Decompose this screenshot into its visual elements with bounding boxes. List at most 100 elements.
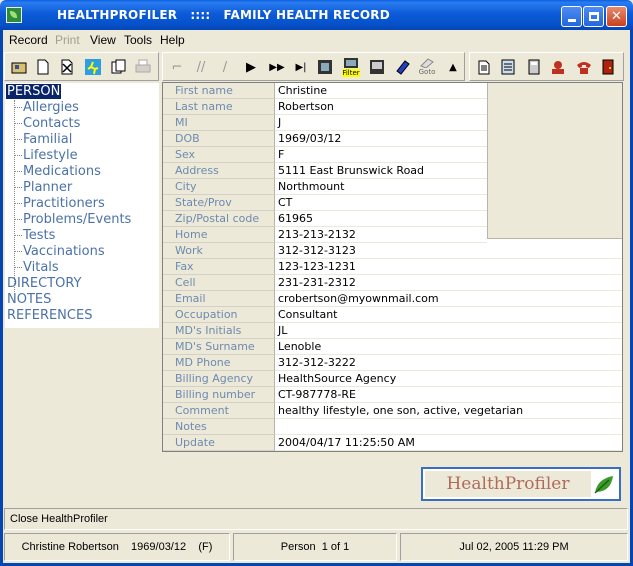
- calculator-button[interactable]: [524, 57, 544, 77]
- field-value[interactable]: J: [275, 115, 487, 131]
- tree-node-problems-events[interactable]: Problems/Events: [23, 212, 131, 227]
- notes-button[interactable]: [498, 57, 518, 77]
- tree-node-familial[interactable]: Familial: [23, 132, 72, 147]
- toolbar: ⌐ // / ▶ ▶▶ ▶| Filter Goto ▲: [0, 52, 633, 82]
- status-message: Close HealthProfiler: [4, 508, 628, 530]
- field-value[interactable]: F: [275, 147, 487, 163]
- screen-button[interactable]: [367, 57, 387, 77]
- field-value[interactable]: Christine: [275, 83, 487, 99]
- field-value[interactable]: JL: [275, 323, 622, 339]
- field-value[interactable]: 1969/03/12: [275, 131, 487, 147]
- close-window-button[interactable]: ✕: [606, 6, 627, 27]
- field-value[interactable]: 231-231-2312: [275, 275, 622, 291]
- view-record-button[interactable]: [315, 57, 335, 77]
- tree-node-tests[interactable]: Tests: [23, 228, 55, 243]
- tree-node-notes[interactable]: NOTES: [7, 292, 51, 307]
- field-label: Update: [163, 435, 275, 451]
- field-value[interactable]: 5111 East Brunswick Road: [275, 163, 487, 179]
- maximize-icon: [588, 12, 599, 21]
- delete-record-button[interactable]: [57, 57, 77, 77]
- field-value[interactable]: 61965: [275, 211, 487, 227]
- field-value[interactable]: HealthSource Agency: [275, 371, 622, 387]
- fast-forward-button[interactable]: ▶▶: [267, 57, 287, 77]
- tree-branch: [15, 267, 22, 268]
- menu-help[interactable]: Help: [160, 33, 185, 47]
- print-button[interactable]: [133, 57, 153, 77]
- last-record-button[interactable]: ▶|: [291, 57, 311, 77]
- filter-button[interactable]: Filter: [341, 57, 361, 77]
- prev-page-button[interactable]: //: [191, 57, 211, 77]
- field-value[interactable]: 213-213-2132: [275, 227, 487, 243]
- field-label: Email: [163, 291, 275, 307]
- tree-node-planner[interactable]: Planner: [23, 180, 72, 195]
- prev-button[interactable]: /: [215, 57, 235, 77]
- field-value[interactable]: Robertson: [275, 99, 487, 115]
- record-row: State/Prov CT: [163, 195, 622, 211]
- record-row: Billing number CT-987778-RE: [163, 387, 622, 403]
- field-value[interactable]: crobertson@myownmail.com: [275, 291, 622, 307]
- field-value[interactable]: Northmount: [275, 179, 487, 195]
- field-value[interactable]: Lenoble: [275, 339, 622, 355]
- copy-record-button[interactable]: [109, 57, 129, 77]
- tree-node-lifestyle[interactable]: Lifestyle: [23, 148, 78, 163]
- record-row: Occupation Consultant: [163, 307, 622, 323]
- menu-tools[interactable]: Tools: [124, 33, 152, 47]
- field-value[interactable]: 312-312-3222: [275, 355, 622, 371]
- field-label: MD Phone: [163, 355, 275, 371]
- tree-branch: [15, 235, 22, 236]
- first-field-button[interactable]: ⌐: [167, 57, 187, 77]
- record-row: MD's Surname Lenoble: [163, 339, 622, 355]
- goto-label: Goto: [418, 68, 436, 76]
- report-button[interactable]: [474, 57, 494, 77]
- tree-node-references[interactable]: REFERENCES: [7, 308, 92, 323]
- app-leaf-icon[interactable]: [6, 7, 22, 23]
- record-row: Fax 123-123-1231: [163, 259, 622, 275]
- tree-connector-line: [14, 100, 15, 292]
- goto-button[interactable]: Goto: [417, 57, 437, 77]
- field-label: MI: [163, 115, 275, 131]
- record-grid: First name Christine Last name Robertson MI J…: [162, 82, 623, 452]
- record-row: Zip/Postal code 61965: [163, 211, 622, 227]
- tree-node-practitioners[interactable]: Practitioners: [23, 196, 105, 211]
- printer-icon: [135, 59, 151, 73]
- tree-node-contacts[interactable]: Contacts: [23, 116, 80, 131]
- menu-record[interactable]: Record: [9, 33, 48, 47]
- exit-button[interactable]: [598, 57, 618, 77]
- maximize-button[interactable]: [583, 6, 604, 27]
- bookmark-button[interactable]: [393, 57, 413, 77]
- field-label: MD's Surname: [163, 339, 275, 355]
- field-value[interactable]: [275, 419, 622, 435]
- status-datetime: Jul 02, 2005 11:29 PM: [400, 533, 628, 561]
- tree-node-allergies[interactable]: Allergies: [23, 100, 79, 115]
- tree-node-directory[interactable]: DIRECTORY: [7, 276, 81, 291]
- field-value[interactable]: 2004/04/17 11:25:50 AM: [275, 435, 622, 451]
- phone-list-button[interactable]: [548, 57, 568, 77]
- field-value[interactable]: CT: [275, 195, 487, 211]
- field-value[interactable]: 123-123-1231: [275, 259, 622, 275]
- triangle-up-icon: ▲: [449, 61, 457, 73]
- menu-print[interactable]: Print: [55, 33, 80, 47]
- field-label: Billing number: [163, 387, 275, 403]
- tree-node-vaccinations[interactable]: Vaccinations: [23, 244, 105, 259]
- phone-button[interactable]: [574, 57, 594, 77]
- phone-people-icon: [552, 61, 564, 74]
- minimize-button[interactable]: [561, 6, 582, 27]
- field-value[interactable]: Consultant: [275, 307, 622, 323]
- title-bar[interactable]: HEALTHPROFILER :::: FAMILY HEALTH RECORD…: [0, 0, 633, 30]
- next-record-button[interactable]: ▶: [241, 57, 261, 77]
- field-label: Address: [163, 163, 275, 179]
- open-record-button[interactable]: [9, 57, 29, 77]
- new-record-button[interactable]: [33, 57, 53, 77]
- runner-button[interactable]: [83, 57, 103, 77]
- field-value[interactable]: CT-987778-RE: [275, 387, 622, 403]
- field-label: MD's Initials: [163, 323, 275, 339]
- menu-view[interactable]: View: [90, 33, 116, 47]
- field-value[interactable]: healthy lifestyle, one son, active, vege…: [275, 403, 622, 419]
- tree-node-person[interactable]: PERSON: [6, 84, 62, 99]
- tree-node-medications[interactable]: Medications: [23, 164, 101, 179]
- tree-node-vitals[interactable]: Vitals: [23, 260, 59, 275]
- scroll-up-button[interactable]: ▲: [443, 57, 463, 77]
- field-value[interactable]: 312-312-3123: [275, 243, 622, 259]
- film-icon: [318, 60, 332, 74]
- arrow-first-icon: ⌐: [171, 59, 183, 75]
